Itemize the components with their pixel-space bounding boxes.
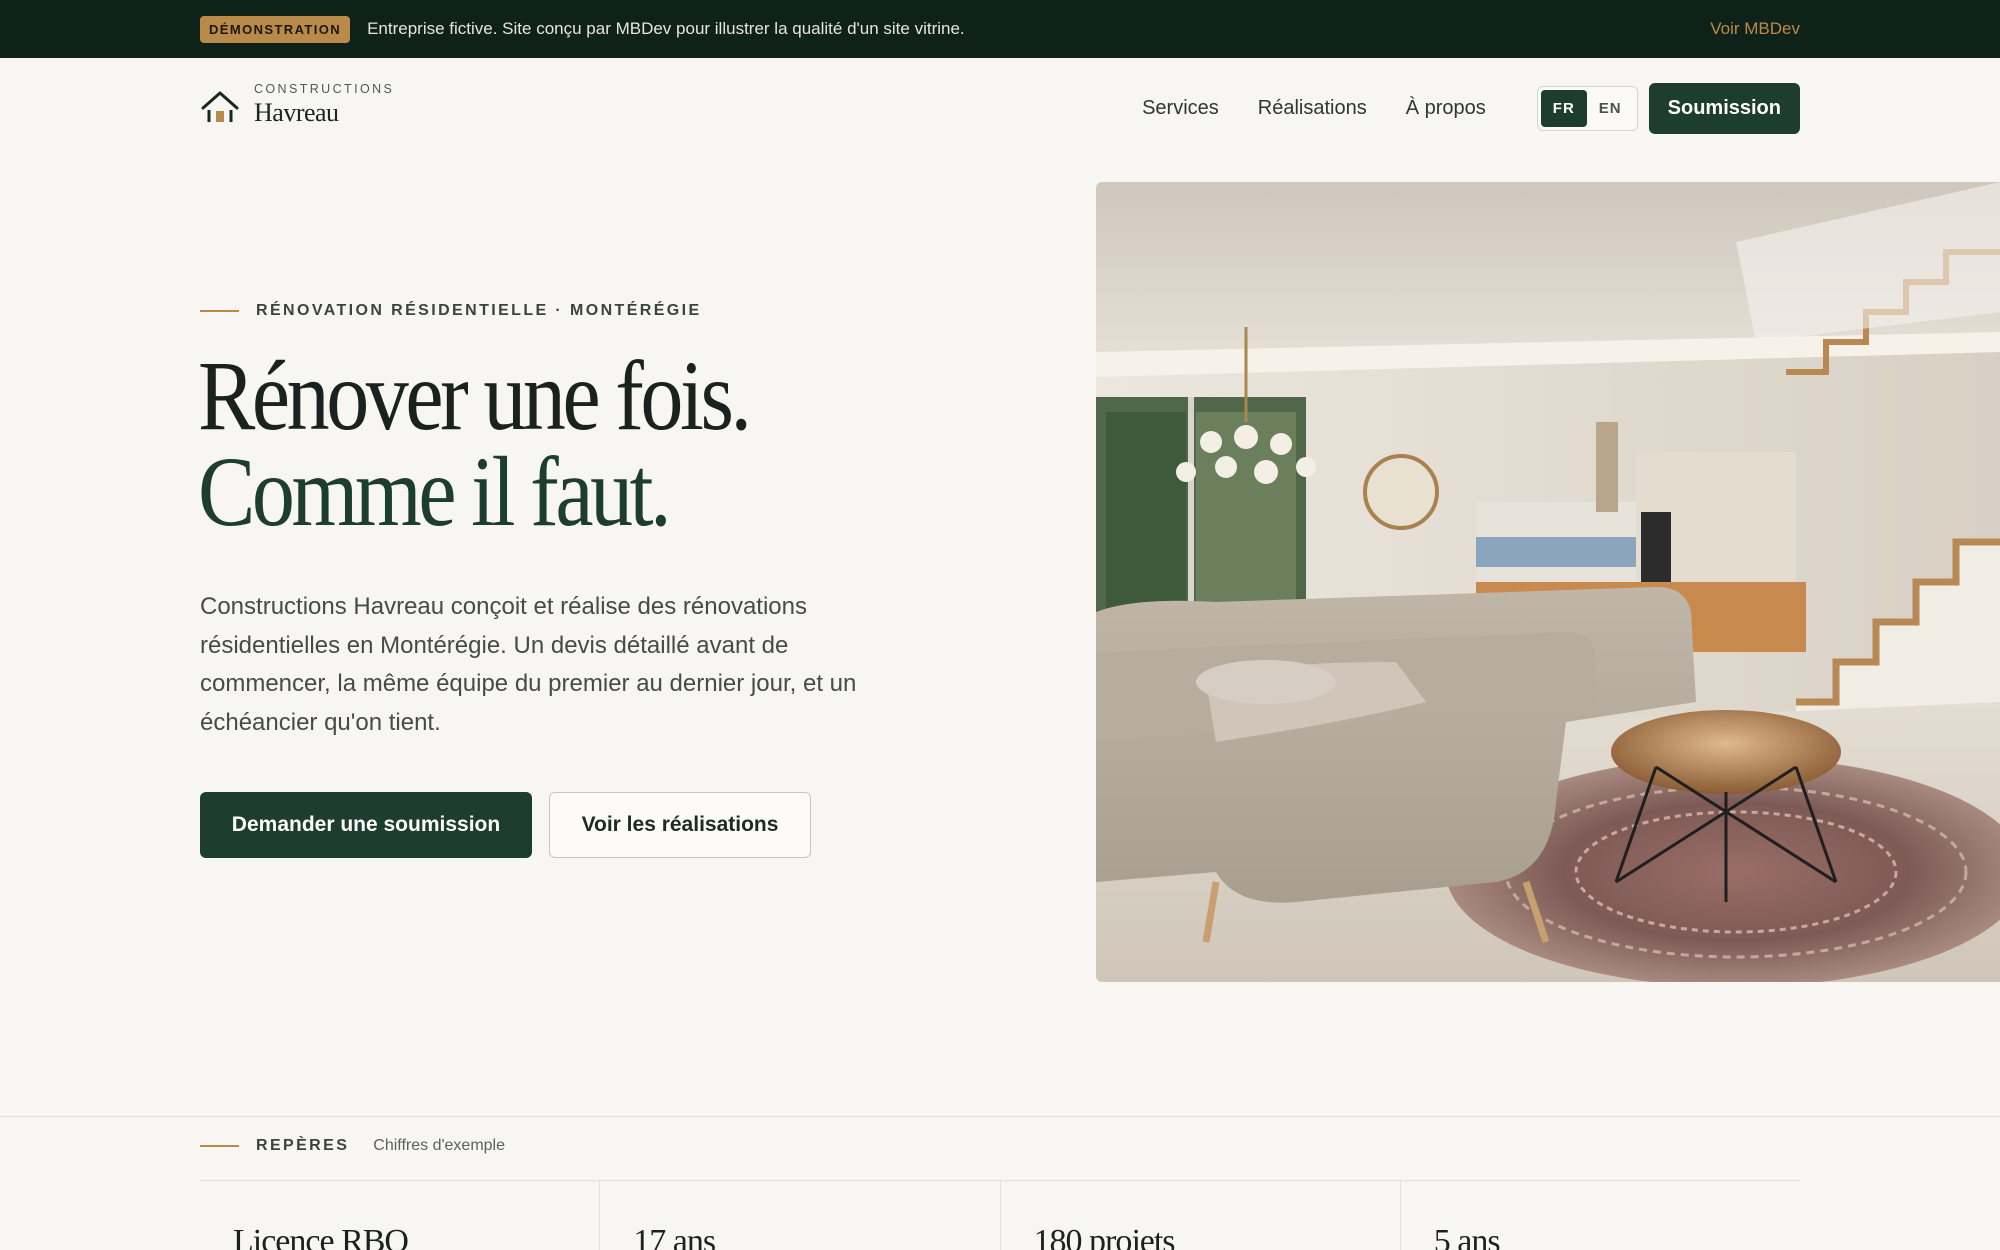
nav-a-propos[interactable]: À propos [1406,97,1486,120]
reperes-title: REPÈRES [256,1137,350,1154]
demo-banner-text: Entreprise fictive. Site conçu par MBDev… [367,19,965,38]
hero-eyebrow-text: RÉNOVATION RÉSIDENTIELLE · MONTÉRÉGIE [256,302,702,319]
lang-fr-button[interactable]: FR [1540,89,1587,127]
house-logo-icon [201,91,239,122]
reperes-subtitle: Chiffres d'exemple [373,1137,505,1154]
hero-description: Constructions Havreau conçoit et réalise… [200,593,857,736]
hero-title-line2: Comme il faut. [198,436,672,547]
request-quote-button[interactable]: Demander une soumission [200,792,532,858]
hero-title-line1: Rénover une fois. [198,340,752,451]
stat-card: 17 ans [599,1181,999,1250]
hero-interior-photo [1096,182,2000,982]
nav-realisations[interactable]: Réalisations [1258,97,1367,120]
logo-brand-name: Havreau [254,98,339,127]
demo-badge: DÉMONSTRATION [200,15,351,43]
section-divider [0,1116,2000,1117]
hero-title: Rénover une fois. Comme il faut. [198,340,838,547]
view-projects-button[interactable]: Voir les réalisations [549,792,811,858]
stat-card: Licence RBQ [200,1181,599,1250]
nav-services[interactable]: Services [1142,97,1219,120]
stat-card: 180 projets [999,1181,1400,1250]
stat-warranty: 5 ans [1433,1223,1501,1250]
stat-years: 17 ans [633,1223,716,1250]
stat-license: Licence RBQ [233,1223,409,1250]
logo-link[interactable]: CONSTRUCTIONS Havreau [200,82,394,128]
stat-projects: 180 projets [1033,1223,1176,1250]
stats-row: Licence RBQ 17 ans 180 projets 5 ans [200,1181,1800,1250]
lang-en-button[interactable]: EN [1587,90,1634,127]
reperes-header: REPÈRES Chiffres d'exemple [200,1137,505,1155]
reperes-accent-line [200,1145,239,1147]
hero-eyebrow: RÉNOVATION RÉSIDENTIELLE · MONTÉRÉGIE [200,302,702,320]
demo-banner: DÉMONSTRATION Entreprise fictive. Site c… [0,0,2000,58]
stat-card: 5 ans [1399,1181,1800,1250]
language-switcher: FR EN [1536,85,1638,131]
logo-small-text: CONSTRUCTIONS [254,82,395,96]
mbdev-link[interactable]: Voir MBDev [1710,19,1800,39]
site-header: CONSTRUCTIONS Havreau Services Réalisati… [200,58,1800,158]
soumission-button[interactable]: Soumission [1648,82,1800,134]
main-nav: Services Réalisations À propos [1142,97,1486,120]
eyebrow-accent-line [200,310,239,312]
